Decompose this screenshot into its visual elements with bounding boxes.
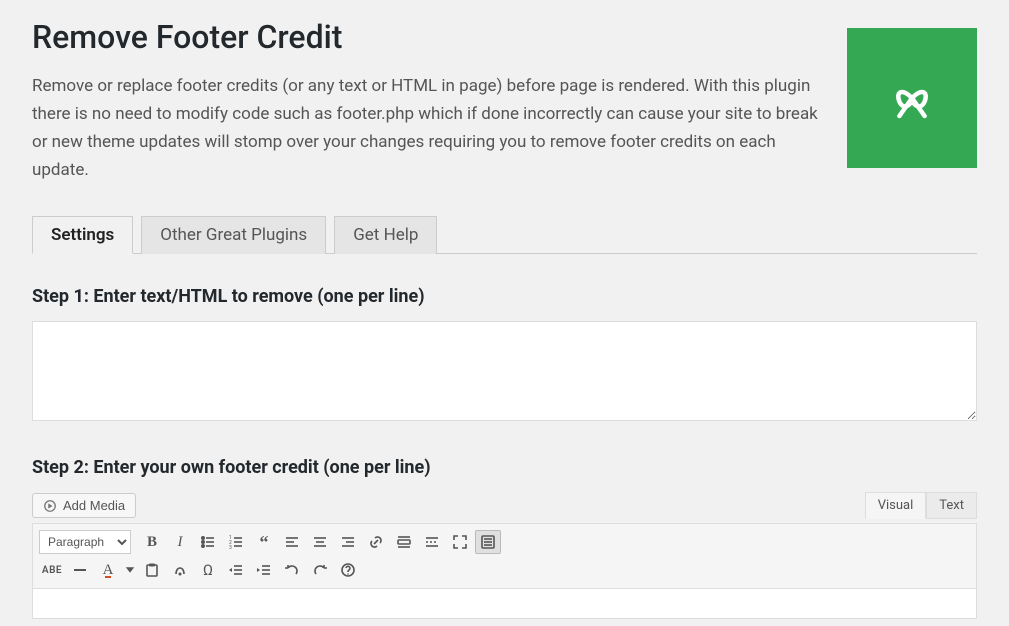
outdent-icon[interactable] <box>223 558 249 582</box>
plugin-logo <box>847 28 977 168</box>
blockquote-icon[interactable]: “ <box>251 530 277 554</box>
format-select[interactable]: Paragraph <box>39 530 131 554</box>
media-icon <box>43 499 57 513</box>
svg-text:3: 3 <box>229 545 232 550</box>
bold-icon[interactable]: B <box>139 530 165 554</box>
add-media-button[interactable]: Add Media <box>32 493 136 518</box>
page-title: Remove Footer Credit <box>32 18 823 56</box>
paste-text-icon[interactable] <box>139 558 165 582</box>
strikethrough-icon[interactable]: ABE <box>39 558 65 582</box>
fullscreen-icon[interactable] <box>447 530 473 554</box>
italic-icon[interactable]: I <box>167 530 193 554</box>
editor-toolbar: Paragraph B I 123 “ ABE A Ω <box>32 523 977 589</box>
hr-icon[interactable] <box>67 558 93 582</box>
ribbon-icon <box>885 71 939 125</box>
tab-settings[interactable]: Settings <box>32 216 133 254</box>
page-description: Remove or replace footer credits (or any… <box>32 72 823 184</box>
link-icon[interactable] <box>363 530 389 554</box>
tab-other-plugins[interactable]: Other Great Plugins <box>141 216 326 254</box>
mode-tab-text[interactable]: Text <box>926 492 977 519</box>
number-list-icon[interactable]: 123 <box>223 530 249 554</box>
text-color-icon[interactable]: A <box>95 558 121 582</box>
step2-editor-body[interactable] <box>32 589 977 619</box>
mode-tab-visual[interactable]: Visual <box>865 492 927 519</box>
align-center-icon[interactable] <box>307 530 333 554</box>
help-icon[interactable] <box>335 558 361 582</box>
step2-title: Step 2: Enter your own footer credit (on… <box>32 457 977 478</box>
wysiwyg-editor: Add Media Visual Text Paragraph B I 123 … <box>32 492 977 619</box>
indent-icon[interactable] <box>251 558 277 582</box>
bullet-list-icon[interactable] <box>195 530 221 554</box>
toolbar-toggle-icon[interactable] <box>475 530 501 554</box>
step1-textarea[interactable] <box>32 321 977 421</box>
clear-format-icon[interactable] <box>167 558 193 582</box>
align-right-icon[interactable] <box>335 530 361 554</box>
tab-get-help[interactable]: Get Help <box>334 216 437 254</box>
add-media-label: Add Media <box>63 498 125 513</box>
text-color-dropdown-icon[interactable] <box>123 558 137 582</box>
align-left-icon[interactable] <box>279 530 305 554</box>
redo-icon[interactable] <box>307 558 333 582</box>
undo-icon[interactable] <box>279 558 305 582</box>
main-tabs: Settings Other Great Plugins Get Help <box>32 216 977 254</box>
special-char-icon[interactable]: Ω <box>195 558 221 582</box>
step1-title: Step 1: Enter text/HTML to remove (one p… <box>32 286 977 307</box>
read-more-icon[interactable] <box>419 530 445 554</box>
unlink-icon[interactable] <box>391 530 417 554</box>
